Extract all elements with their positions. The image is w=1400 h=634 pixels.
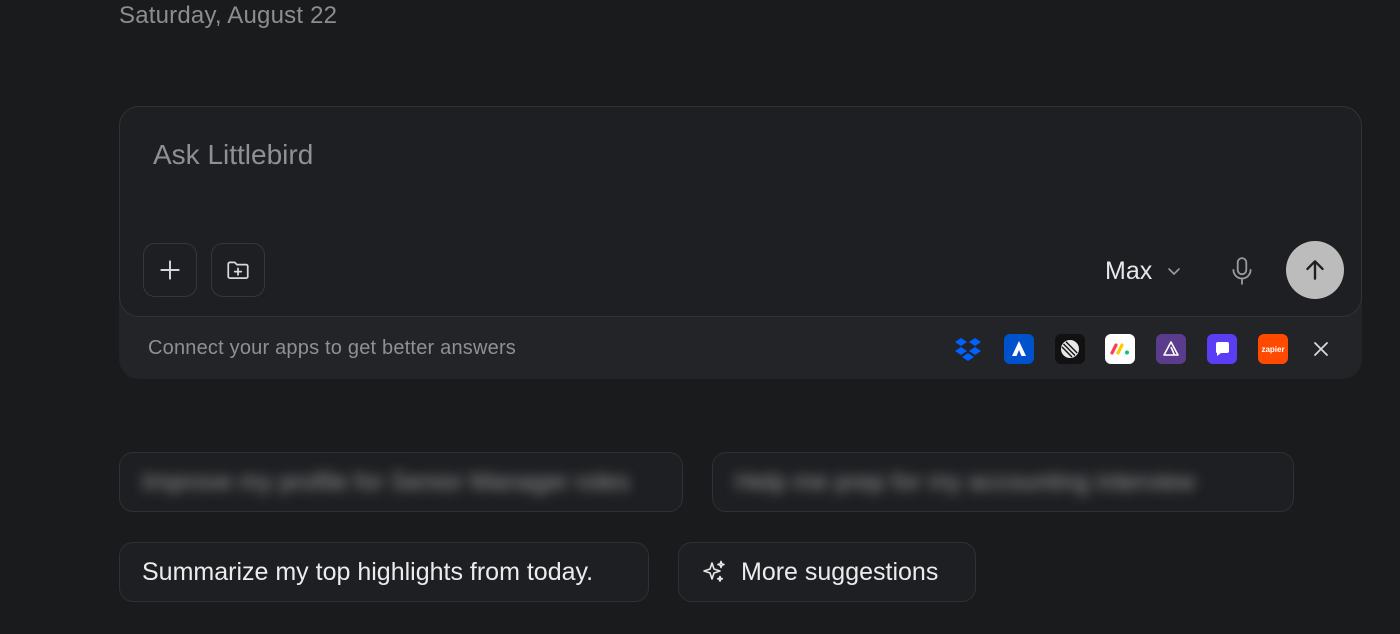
sparkles-icon	[703, 560, 725, 582]
attio-icon[interactable]	[1156, 334, 1186, 364]
zapier-label: zapier	[1261, 344, 1285, 354]
composer: Max	[119, 106, 1362, 317]
home-page: Saturday, August 22 Max	[0, 0, 1400, 634]
model-selector[interactable]: Max	[1105, 253, 1182, 289]
composer-panel: Max Connect your apps to get better a	[119, 106, 1362, 379]
suggestion-chip-1[interactable]: Improve my profile for Senior Manager ro…	[119, 452, 683, 512]
chevron-down-icon	[1168, 268, 1181, 275]
connect-apps-text: Connect your apps to get better answers	[148, 337, 517, 359]
close-connect-button[interactable]	[1309, 337, 1333, 361]
suggestion-chip-1-label: Improve my profile for Senior Manager ro…	[142, 467, 630, 496]
folder-plus-icon	[227, 261, 249, 279]
dropbox-icon[interactable]	[953, 334, 983, 364]
summarize-highlights-chip[interactable]: Summarize my top highlights from today.	[119, 542, 649, 602]
front-icon[interactable]	[1207, 334, 1237, 364]
microphone-icon	[1232, 257, 1252, 285]
connect-apps-bar: Connect your apps to get better answers	[119, 317, 1362, 379]
plus-icon	[160, 260, 180, 280]
send-button[interactable]	[1286, 241, 1344, 299]
zapier-icon[interactable]: zapier	[1258, 334, 1288, 364]
microphone-button[interactable]	[1226, 255, 1258, 287]
more-suggestions-label: More suggestions	[741, 557, 939, 586]
more-suggestions-button[interactable]: More suggestions	[678, 542, 976, 602]
add-folder-button[interactable]	[211, 243, 265, 297]
ask-input[interactable]	[153, 135, 1303, 175]
summarize-highlights-label: Summarize my top highlights from today.	[142, 557, 594, 586]
arrow-up-icon	[1306, 260, 1324, 280]
close-icon	[1314, 342, 1328, 356]
model-label: Max	[1105, 256, 1153, 285]
linear-icon[interactable]	[1055, 334, 1085, 364]
add-button[interactable]	[143, 243, 197, 297]
atlassian-icon[interactable]	[1004, 334, 1034, 364]
suggestion-chip-2[interactable]: Help me prep for my accounting interview	[712, 452, 1294, 512]
suggestion-chip-2-label: Help me prep for my accounting interview	[735, 467, 1195, 496]
date-heading: Saturday, August 22	[119, 2, 338, 29]
monday-icon[interactable]	[1105, 334, 1135, 364]
